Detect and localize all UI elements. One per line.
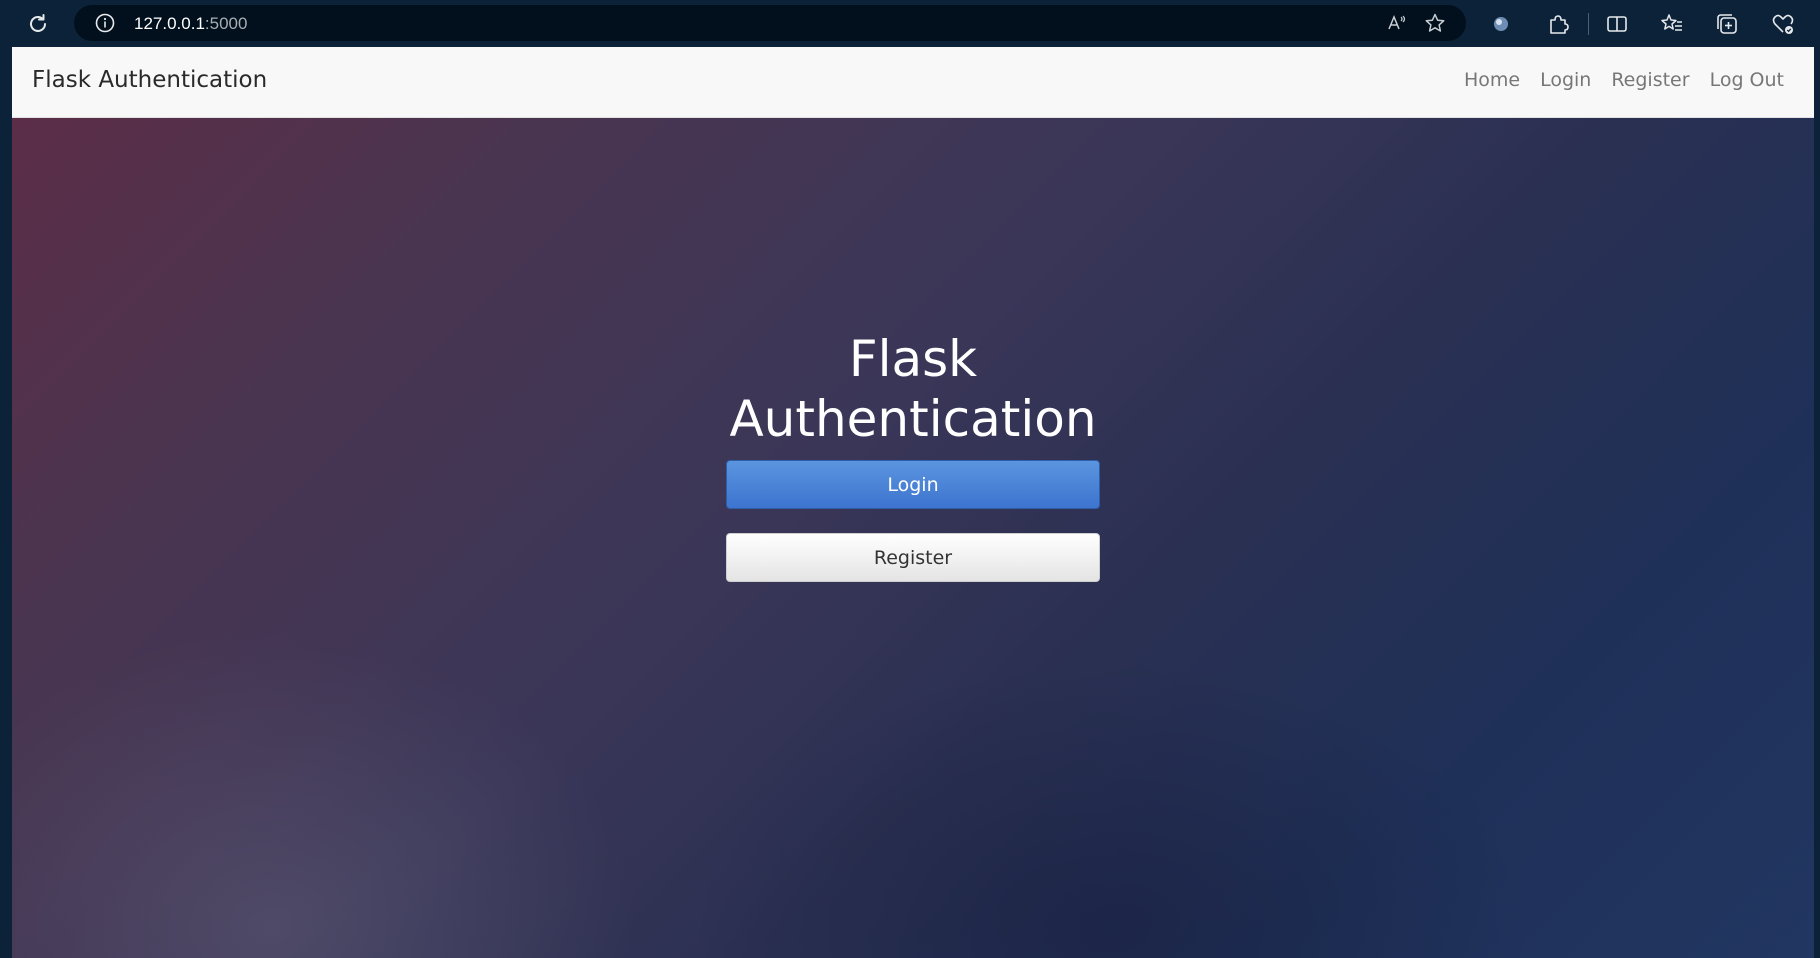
hero-section: Flask Authentication Login Register xyxy=(12,47,1814,958)
register-button[interactable]: Register xyxy=(726,533,1100,582)
hero-title-line-1: Flask xyxy=(848,330,978,388)
nav-link-login[interactable]: Login xyxy=(1540,69,1591,91)
split-screen-icon[interactable] xyxy=(1604,11,1630,37)
browser-toolbar: 127.0.0.1:5000 xyxy=(0,0,1820,47)
extensions-puzzle-icon[interactable] xyxy=(1545,11,1571,37)
login-button[interactable]: Login xyxy=(726,460,1100,509)
read-aloud-icon[interactable] xyxy=(1386,12,1408,34)
favorites-icon[interactable] xyxy=(1659,11,1685,37)
collections-icon[interactable] xyxy=(1714,11,1740,37)
favorite-star-icon[interactable] xyxy=(1424,12,1446,34)
toolbar-separator xyxy=(1588,13,1589,35)
hero-title: Flask Authentication xyxy=(713,329,1113,449)
page-viewport: Flask Authentication Home Login Register… xyxy=(12,47,1814,958)
url-text[interactable]: 127.0.0.1:5000 xyxy=(134,14,247,34)
site-info-icon[interactable] xyxy=(94,12,116,34)
url-host: 127.0.0.1 xyxy=(134,14,205,33)
address-bar[interactable]: 127.0.0.1:5000 xyxy=(74,5,1466,41)
navbar-links: Home Login Register Log Out xyxy=(1464,69,1784,91)
navbar-brand[interactable]: Flask Authentication xyxy=(32,67,267,93)
browser-essentials-icon[interactable] xyxy=(1770,11,1796,37)
top-navbar: Flask Authentication Home Login Register… xyxy=(12,47,1814,118)
nav-link-log-out[interactable]: Log Out xyxy=(1710,69,1784,91)
reload-button[interactable] xyxy=(24,10,52,38)
nav-link-register[interactable]: Register xyxy=(1611,69,1689,91)
hero-title-line-2: Authentication xyxy=(729,390,1097,448)
reload-icon xyxy=(30,14,46,32)
extension-dot-icon[interactable] xyxy=(1488,11,1514,37)
nav-link-home[interactable]: Home xyxy=(1464,69,1520,91)
url-port: :5000 xyxy=(204,14,248,33)
